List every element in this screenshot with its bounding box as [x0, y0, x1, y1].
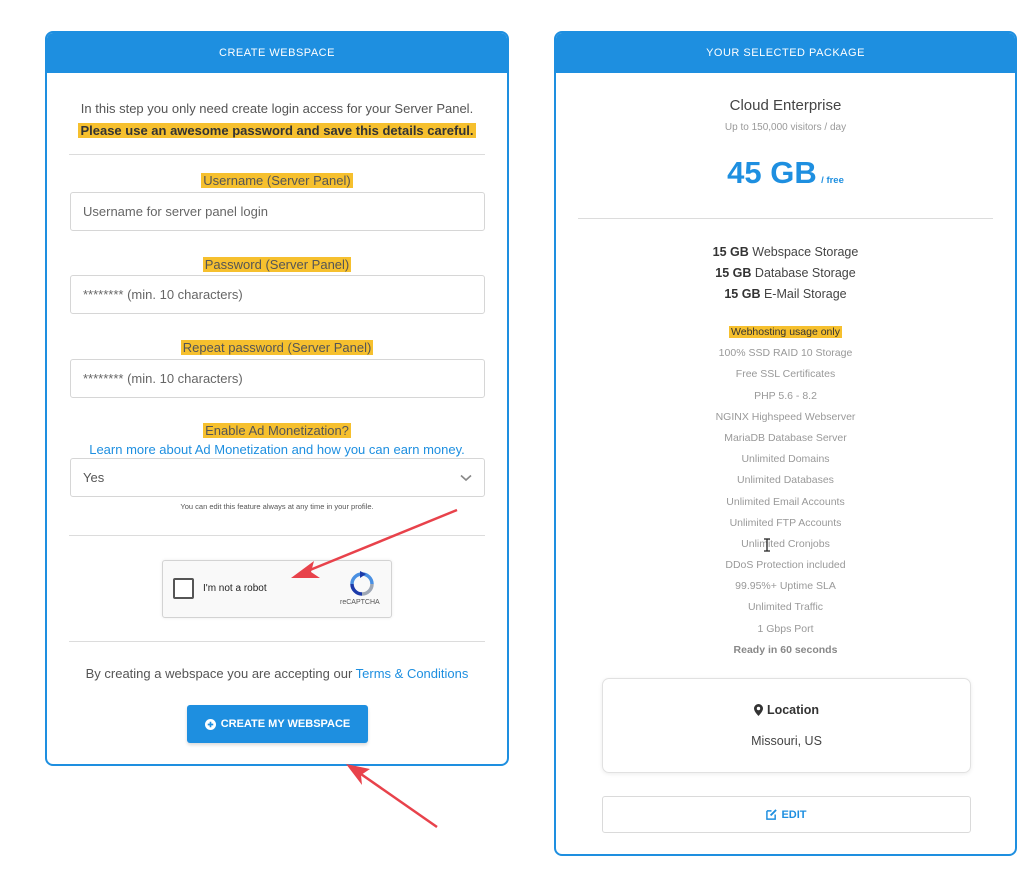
intro-highlight: Please use an awesome password and save …	[78, 123, 476, 138]
feature-item: 99.95%+ Uptime SLA	[735, 580, 836, 593]
map-pin-icon	[753, 704, 763, 716]
feature-item: Free SSL Certificates	[735, 368, 836, 381]
username-label: Username (Server Panel)	[201, 173, 353, 188]
recaptcha-icon	[350, 571, 374, 596]
storage-item: 15 GB Webspace Storage	[712, 245, 859, 259]
monetization-select[interactable]: Yes	[70, 458, 485, 497]
terms-link[interactable]: Terms & Conditions	[356, 666, 469, 681]
terms-prefix: By creating a webspace you are accepting…	[85, 666, 356, 681]
recaptcha-label: I'm not a robot	[203, 583, 267, 594]
plus-circle-icon	[204, 718, 216, 730]
repeat-password-input[interactable]	[70, 359, 485, 398]
location-value: Missouri, US	[751, 734, 822, 748]
recaptcha-widget: I'm not a robot reCAPTCHA	[162, 560, 392, 618]
feature-item: 1 Gbps Port	[757, 622, 814, 635]
feature-item: NGINX Highspeed Webserver	[715, 410, 856, 423]
location-box: Location Missouri, US	[602, 678, 971, 773]
feature-item: Ready in 60 seconds	[733, 643, 838, 656]
repeat-password-label: Repeat password (Server Panel)	[180, 340, 374, 355]
intro-line: In this step you only need create login …	[80, 101, 474, 116]
arrow-to-create-button	[346, 764, 438, 829]
divider	[578, 218, 993, 219]
divider	[69, 535, 485, 536]
create-webspace-button-label: CREATE MY WEBSPACE	[220, 718, 351, 730]
storage-item: 15 GB Database Storage	[715, 266, 856, 280]
feature-list: Webhosting usage only 100% SSD RAID 10 S…	[556, 322, 1015, 661]
feature-item: Unlimited Databases	[737, 474, 834, 487]
username-input[interactable]	[70, 192, 485, 231]
feature-item: PHP 5.6 - 8.2	[754, 389, 817, 402]
create-webspace-button[interactable]: CREATE MY WEBSPACE	[187, 705, 368, 743]
feature-item: MariaDB Database Server	[724, 431, 847, 444]
selected-package-card: YOUR SELECTED PACKAGE Cloud Enterprise U…	[554, 31, 1017, 856]
package-name: Cloud Enterprise	[729, 97, 842, 114]
selected-package-header: YOUR SELECTED PACKAGE	[556, 33, 1015, 73]
feature-item: Unlimited FTP Accounts	[729, 516, 842, 529]
location-title: Location	[603, 703, 970, 717]
password-input[interactable]	[70, 275, 485, 314]
package-size: 45 GB / free	[556, 155, 1015, 191]
create-webspace-card: CREATE WEBSPACE In this step you only ne…	[45, 31, 509, 766]
monetization-selected-value: Yes	[83, 470, 105, 485]
recaptcha-brand: reCAPTCHA	[340, 599, 380, 606]
package-subtitle: Up to 150,000 visitors / day	[724, 122, 847, 133]
package-size-suffix: / free	[821, 175, 844, 186]
divider	[69, 641, 485, 642]
package-size-value: 45 GB	[727, 155, 817, 190]
password-label: Password (Server Panel)	[202, 257, 352, 272]
recaptcha-checkbox[interactable]	[173, 578, 194, 599]
edit-package-button[interactable]: EDIT	[602, 796, 971, 833]
feature-item: Unlimited Domains	[741, 453, 830, 466]
feature-item: DDoS Protection included	[725, 559, 846, 572]
create-webspace-header: CREATE WEBSPACE	[47, 33, 507, 73]
monetization-label: Enable Ad Monetization?	[203, 423, 351, 438]
feature-item: Webhosting usage only	[729, 326, 842, 338]
terms-text: By creating a webspace you are accepting…	[47, 666, 507, 681]
chevron-down-icon	[460, 474, 472, 481]
intro-text: In this step you only need create login …	[47, 98, 507, 142]
feature-item: Unlimited Email Accounts	[726, 495, 845, 508]
monetization-note: You can edit this feature always at any …	[180, 502, 374, 511]
feature-item: 100% SSD RAID 10 Storage	[718, 347, 853, 360]
feature-item: Unlimited Cronjobs	[741, 537, 830, 550]
edit-icon	[766, 809, 778, 820]
divider	[69, 154, 485, 155]
monetization-learn-more-link[interactable]: Learn more about Ad Monetization and how…	[47, 442, 507, 457]
feature-item: Unlimited Traffic	[747, 601, 824, 614]
storage-item: 15 GB E-Mail Storage	[724, 287, 847, 301]
